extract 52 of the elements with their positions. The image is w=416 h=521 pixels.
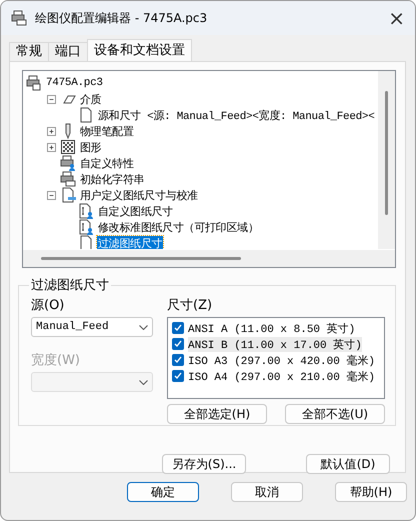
tree-item[interactable]: 介质 bbox=[79, 92, 102, 106]
tree-item[interactable]: 用户定义图纸尺寸与校准 bbox=[79, 188, 199, 202]
printer-icon bbox=[26, 75, 42, 91]
list-item[interactable]: ANSI B (11.00 x 17.00 英寸) bbox=[188, 336, 362, 352]
dialog-button[interactable]: 帮助(H) bbox=[335, 482, 407, 502]
close-button[interactable]: × bbox=[388, 6, 405, 30]
expand-icon[interactable] bbox=[47, 126, 56, 136]
group-title: 过滤图纸尺寸 bbox=[30, 277, 110, 294]
checkbox[interactable] bbox=[172, 322, 184, 334]
tree-item[interactable]: 初始化字符串 bbox=[79, 172, 146, 186]
tree-item[interactable]: 7475A.pc3 bbox=[45, 77, 104, 89]
tree-item[interactable]: 物理笔配置 bbox=[79, 124, 135, 138]
tree-item[interactable]: 自定义特性 bbox=[79, 156, 135, 170]
checkbox[interactable] bbox=[172, 338, 184, 350]
panel-button[interactable]: 另存为(S)... bbox=[162, 454, 246, 474]
printer-icon bbox=[11, 10, 27, 26]
checkbox[interactable] bbox=[172, 354, 184, 366]
field-label: 尺寸(Z) bbox=[167, 297, 214, 314]
select-button[interactable]: 全部选定(H) bbox=[167, 404, 267, 424]
tree-item[interactable]: 自定义图纸尺寸 bbox=[97, 204, 174, 218]
page-icon bbox=[78, 107, 94, 123]
tree-item[interactable]: 过滤图纸尺寸 bbox=[97, 236, 164, 249]
printer-icon bbox=[60, 171, 76, 187]
document-user-icon bbox=[78, 219, 94, 235]
dialog-button[interactable]: 确定 bbox=[127, 482, 199, 502]
source-dropdown[interactable]: Manual_Feed bbox=[31, 317, 153, 337]
list-item[interactable]: ISO A3 (297.00 x 420.00 毫米) bbox=[188, 352, 376, 368]
field-label: 源(O) bbox=[31, 297, 66, 314]
tree-item[interactable]: 修改标准图纸尺寸（可打印区域） bbox=[97, 220, 260, 234]
caret-icon bbox=[139, 380, 148, 384]
horizontal-scrollbar[interactable] bbox=[23, 250, 395, 267]
list-item[interactable]: ANSI A (11.00 x 8.50 英寸) bbox=[188, 320, 356, 336]
list-item[interactable]: ISO A4 (297.00 x 210.00 毫米) bbox=[188, 368, 376, 384]
tab[interactable]: 设备和文档设置 bbox=[87, 39, 192, 61]
pattern-icon bbox=[60, 139, 76, 155]
caret-icon bbox=[139, 324, 148, 330]
vertical-scrollbar[interactable] bbox=[378, 71, 395, 249]
panel-button[interactable]: 默认值(D) bbox=[306, 454, 390, 474]
tree-item[interactable]: 图形 bbox=[79, 140, 102, 154]
tab[interactable]: 常规 bbox=[9, 42, 49, 61]
checkbox[interactable] bbox=[172, 370, 184, 382]
expand-icon[interactable] bbox=[47, 142, 56, 152]
tree-item[interactable]: 源和尺寸 <源: Manual_Feed><宽度: Manual_Feed>< bbox=[97, 108, 376, 122]
window-title: 绘图仪配置编辑器 - 7475A.pc3 bbox=[35, 10, 208, 26]
collapse-icon[interactable] bbox=[47, 94, 56, 104]
document-icon bbox=[60, 187, 76, 203]
select-button[interactable]: 全部不选(U) bbox=[285, 404, 385, 424]
document-user-icon bbox=[78, 203, 94, 219]
dialog-button[interactable]: 取消 bbox=[231, 482, 303, 502]
printer-user-icon bbox=[60, 155, 76, 171]
field-label: 宽度(W) bbox=[31, 352, 81, 369]
collapse-icon[interactable] bbox=[47, 190, 56, 200]
